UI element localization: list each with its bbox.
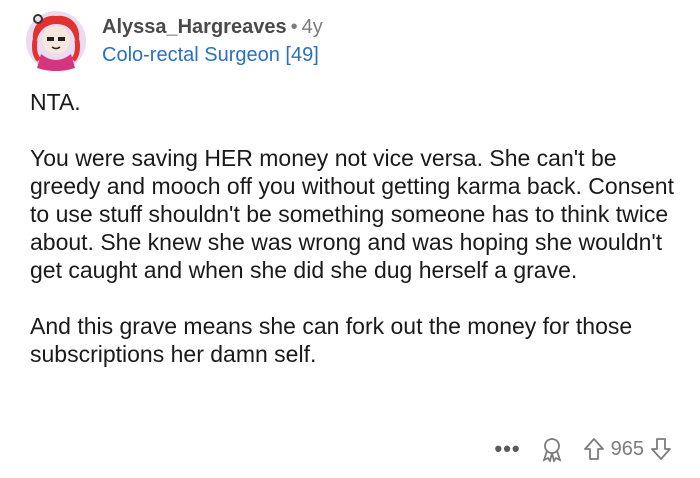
- username-link[interactable]: Alyssa_Hargreaves: [102, 16, 287, 38]
- vote-controls: 965: [583, 437, 672, 461]
- comment-paragraph: NTA.: [30, 89, 81, 115]
- comment-body: NTA. You were saving HER money not vice …: [30, 88, 680, 368]
- upvote-arrow-icon[interactable]: [583, 437, 605, 461]
- more-options-button[interactable]: •••: [495, 436, 521, 462]
- author-line: Alyssa_Hargreaves • 4y: [102, 14, 323, 40]
- user-flair: Colo-rectal Surgeon [49]: [102, 44, 319, 66]
- comment-meta: Alyssa_Hargreaves • 4y Colo-rectal Surgeon…: [102, 14, 323, 68]
- award-icon[interactable]: [539, 436, 565, 462]
- downvote-arrow-icon[interactable]: [650, 437, 672, 461]
- user-avatar[interactable]: [25, 10, 87, 72]
- comment-paragraph: And this grave means she can fork out th…: [30, 313, 633, 367]
- vote-score: 965: [610, 437, 644, 460]
- comment-paragraph: You were saving HER money not vice versa…: [30, 145, 674, 283]
- separator-dot: •: [290, 16, 298, 38]
- comment-actions: ••• 965: [495, 434, 672, 464]
- comment-age: 4y: [301, 16, 323, 38]
